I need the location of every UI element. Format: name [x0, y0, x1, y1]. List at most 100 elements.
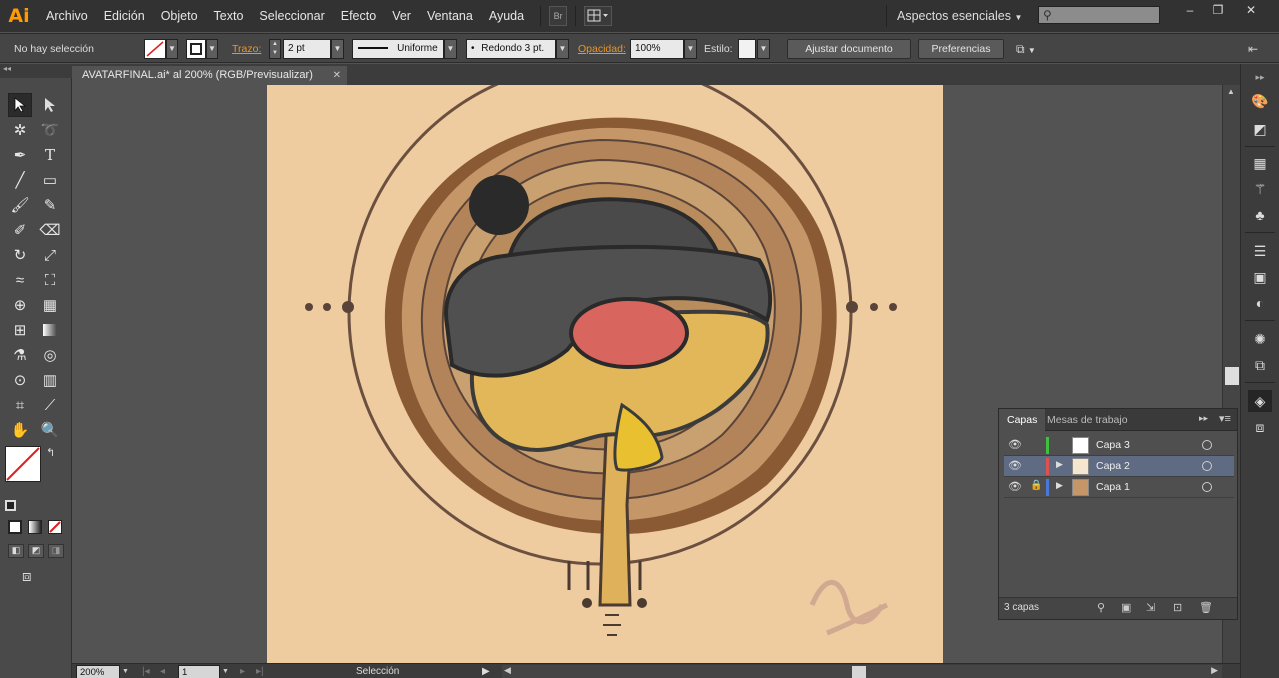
- menu-archivo[interactable]: Archivo: [38, 0, 96, 32]
- brushes-icon[interactable]: ⚚: [1248, 178, 1272, 200]
- panel-menu-icon[interactable]: ▾≡: [1219, 412, 1231, 425]
- minimize-button[interactable]: –: [1175, 0, 1205, 20]
- stroke-weight-dropdown[interactable]: ▼: [331, 39, 344, 59]
- document-tab[interactable]: AVATARFINAL.ai* al 200% (RGB/Previsualiz…: [72, 66, 347, 85]
- arrange-objects-button[interactable]: ⧉ ▼: [1016, 39, 1048, 59]
- brush-definition[interactable]: • Redondo 3 pt.: [466, 39, 556, 59]
- stroke-label[interactable]: Trazo:: [232, 39, 261, 59]
- layer-name[interactable]: Capa 3: [1096, 435, 1130, 456]
- fill-color-box[interactable]: [5, 446, 41, 482]
- stroke-stepper[interactable]: ▲ ▼: [269, 39, 281, 59]
- lock-icon[interactable]: 🔒: [1030, 480, 1042, 494]
- document-setup-button[interactable]: Ajustar documento: [787, 39, 911, 59]
- scroll-left-icon[interactable]: ◀: [504, 665, 511, 676]
- hand-tool-icon[interactable]: ✋: [8, 418, 32, 442]
- restore-button[interactable]: ❐: [1203, 0, 1233, 20]
- horizontal-scroll-thumb[interactable]: [852, 666, 866, 678]
- profile-dropdown[interactable]: ▼: [444, 39, 457, 59]
- status-menu-arrow-icon[interactable]: ▶: [482, 665, 490, 678]
- pencil-tool-icon[interactable]: ✎: [38, 193, 62, 217]
- artboard-number-field[interactable]: 1: [178, 665, 220, 678]
- eraser-tool-icon[interactable]: ⌫: [38, 218, 62, 242]
- make-clipping-mask-icon[interactable]: ▣: [1121, 601, 1131, 614]
- close-window-button[interactable]: ✕: [1236, 0, 1266, 20]
- scroll-right-icon[interactable]: ▶: [1211, 665, 1218, 676]
- lasso-tool-icon[interactable]: ➰: [38, 118, 62, 142]
- draw-normal-icon[interactable]: ◧: [8, 544, 24, 558]
- layer-row[interactable]: 👁 🔒 ▶ Capa 1: [1004, 477, 1234, 498]
- vertical-scroll-thumb[interactable]: [1225, 367, 1239, 385]
- close-tab-icon[interactable]: ✕: [333, 66, 341, 85]
- arrange-documents-button[interactable]: [584, 6, 613, 26]
- screen-mode-icon[interactable]: ⧈: [22, 568, 32, 585]
- last-artboard-icon[interactable]: ▸|: [256, 665, 264, 678]
- panel-menu-icon[interactable]: ⇤: [1248, 39, 1266, 59]
- first-artboard-icon[interactable]: |◂: [142, 665, 150, 678]
- new-sublayer-icon[interactable]: ⇲: [1146, 601, 1155, 614]
- visibility-eye-icon[interactable]: 👁: [1008, 480, 1022, 494]
- fill-swatch[interactable]: [144, 39, 166, 59]
- chevron-down-icon[interactable]: ▼: [122, 665, 129, 678]
- expand-arrow-icon[interactable]: ▶: [1056, 480, 1063, 491]
- artboard[interactable]: [267, 85, 943, 663]
- scale-tool-icon[interactable]: ⤢: [38, 243, 62, 267]
- swap-colors-icon[interactable]: ↰: [46, 446, 55, 459]
- scroll-up-icon[interactable]: ▲: [1227, 87, 1235, 96]
- warp-tool-icon[interactable]: ≈: [8, 268, 32, 292]
- next-artboard-icon[interactable]: ▸: [240, 665, 245, 678]
- perspective-grid-tool-icon[interactable]: ▦: [38, 293, 62, 317]
- column-graph-tool-icon[interactable]: ▥: [38, 368, 62, 392]
- symbol-sprayer-tool-icon[interactable]: ⊙: [8, 368, 32, 392]
- variable-width-profile[interactable]: Uniforme: [352, 39, 444, 59]
- color-mode-icon[interactable]: [8, 520, 22, 534]
- target-circle-icon[interactable]: [1202, 482, 1212, 492]
- mesh-tool-icon[interactable]: ⊞: [8, 318, 32, 342]
- previous-artboard-icon[interactable]: ◂: [160, 665, 165, 678]
- opacity-dropdown[interactable]: ▼: [684, 39, 697, 59]
- target-circle-icon[interactable]: [1202, 461, 1212, 471]
- paintbrush-tool-icon[interactable]: 🖌: [8, 193, 32, 217]
- draw-behind-icon[interactable]: ◩: [28, 544, 44, 558]
- layer-name[interactable]: Capa 2: [1096, 456, 1130, 477]
- layer-row[interactable]: 👁 ▶ Capa 2: [1004, 456, 1234, 477]
- type-tool-icon[interactable]: T: [38, 143, 62, 167]
- stroke-dropdown[interactable]: ▼: [206, 39, 218, 59]
- menu-efecto[interactable]: Efecto: [333, 0, 384, 32]
- stroke-swatch[interactable]: [186, 39, 206, 59]
- menu-texto[interactable]: Texto: [206, 0, 252, 32]
- opacity-field[interactable]: 100%: [630, 39, 684, 59]
- preferences-button[interactable]: Preferencias: [918, 39, 1004, 59]
- graphic-style-swatch[interactable]: [738, 39, 756, 59]
- slice-tool-icon[interactable]: ⟋: [38, 393, 62, 417]
- tab-artboards[interactable]: Mesas de trabajo: [1039, 409, 1136, 431]
- artboards-icon[interactable]: ⧈: [1248, 416, 1272, 438]
- zoom-tool-icon[interactable]: 🔍: [38, 418, 62, 442]
- direct-selection-tool-icon[interactable]: [38, 93, 62, 117]
- menu-ayuda[interactable]: Ayuda: [481, 0, 532, 32]
- eyedropper-tool-icon[interactable]: ⚗: [8, 343, 32, 367]
- brush-dropdown[interactable]: ▼: [556, 39, 569, 59]
- layer-row[interactable]: 👁 Capa 3: [1004, 435, 1234, 456]
- appearance-icon[interactable]: ✺: [1248, 328, 1272, 350]
- gradient-panel-icon[interactable]: ▣: [1248, 266, 1272, 288]
- gradient-mode-icon[interactable]: [28, 520, 42, 534]
- avatar-artwork[interactable]: [267, 85, 943, 663]
- default-colors-icon[interactable]: [5, 500, 16, 511]
- fill-dropdown[interactable]: ▼: [166, 39, 178, 59]
- gradient-tool-icon[interactable]: [38, 318, 62, 342]
- color-guide-icon[interactable]: ◩: [1248, 118, 1272, 140]
- help-search-input[interactable]: ⚲: [1038, 6, 1160, 24]
- selection-tool-icon[interactable]: [8, 93, 32, 117]
- menu-edicion[interactable]: Edición: [96, 0, 153, 32]
- delete-layer-icon[interactable]: 🗑: [1199, 601, 1213, 614]
- none-mode-icon[interactable]: [48, 520, 62, 534]
- workspace-switcher[interactable]: Aspectos esenciales ▼: [886, 5, 1026, 27]
- color-panel-icon[interactable]: 🎨: [1248, 90, 1272, 112]
- target-circle-icon[interactable]: [1202, 440, 1212, 450]
- swatches-icon[interactable]: ▦: [1248, 152, 1272, 174]
- horizontal-scrollbar[interactable]: ◀ ▶: [502, 665, 1222, 678]
- line-tool-icon[interactable]: ╱: [8, 168, 32, 192]
- layers-icon[interactable]: ◈: [1248, 390, 1272, 412]
- expand-arrow-icon[interactable]: ▶: [1056, 459, 1063, 470]
- locate-object-icon[interactable]: ⚲: [1097, 601, 1105, 614]
